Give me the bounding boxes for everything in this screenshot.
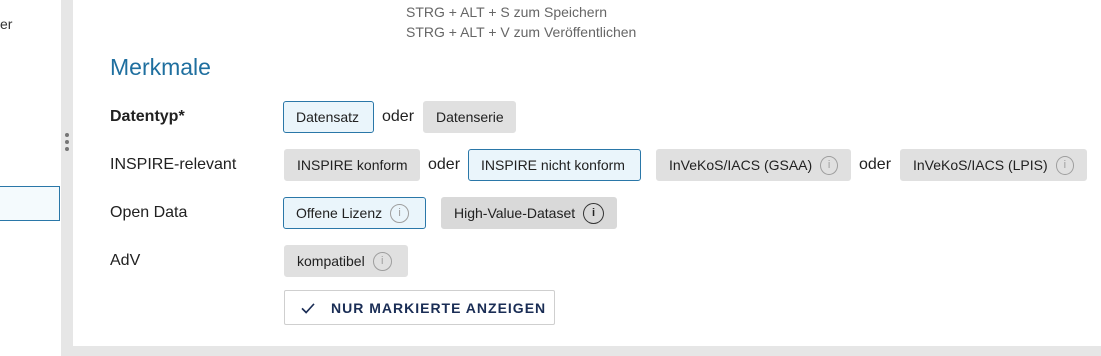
check-icon [301, 302, 315, 314]
chip-label: Datensatz [296, 109, 360, 125]
info-icon[interactable]: i [390, 203, 410, 223]
chip-invekos-lpis[interactable]: InVeKoS/IACS (LPIS) i [900, 149, 1087, 181]
or-text: oder [382, 108, 415, 125]
chip-high-value-dataset[interactable]: High-Value-Dataset i [441, 197, 617, 229]
chip-invekos-gsaa[interactable]: InVeKoS/IACS (GSAA) i [656, 149, 851, 181]
show-marked-only-button[interactable]: NUR MARKIERTE ANZEIGEN [284, 290, 555, 325]
chip-inspire-konform[interactable]: INSPIRE konform [284, 149, 420, 181]
opendata-label: Open Data [110, 204, 188, 221]
chip-label: High-Value-Dataset [454, 205, 576, 221]
adv-label: AdV [110, 252, 141, 269]
panel-divider[interactable] [61, 0, 73, 356]
info-icon[interactable]: i [583, 202, 604, 224]
sidebar-item-label[interactable]: er [0, 16, 12, 32]
datentyp-label: Datentyp* [110, 108, 185, 125]
section-title: Merkmale [110, 54, 211, 80]
hint-save: STRG + ALT + S zum Speichern [406, 4, 608, 20]
info-icon[interactable]: i [372, 251, 392, 271]
drag-handle-icon[interactable] [64, 133, 70, 153]
chip-label: Offene Lizenz [296, 205, 383, 221]
chip-offene-lizenz[interactable]: Offene Lizenz i [283, 197, 426, 229]
chip-inspire-nicht-konform[interactable]: INSPIRE nicht konform [468, 149, 641, 181]
or-text: oder [859, 156, 892, 173]
chip-label: InVeKoS/IACS (LPIS) [913, 157, 1048, 173]
left-sidebar: er [0, 0, 61, 356]
chip-datenserie[interactable]: Datenserie [423, 101, 516, 133]
chip-label: INSPIRE konform [297, 157, 408, 173]
button-label: NUR MARKIERTE ANZEIGEN [331, 299, 547, 316]
sidebar-item-active[interactable] [0, 186, 60, 221]
info-icon[interactable]: i [1055, 155, 1074, 175]
hint-publish: STRG + ALT + V zum Veröffentlichen [406, 24, 637, 40]
chip-label: Datenserie [436, 109, 504, 125]
chip-label: kompatibel [297, 253, 365, 269]
or-text: oder [428, 156, 461, 173]
chip-label: InVeKoS/IACS (GSAA) [669, 157, 813, 173]
chip-datensatz[interactable]: Datensatz [283, 101, 374, 133]
chip-label: INSPIRE nicht konform [481, 157, 625, 173]
bottom-divider [73, 346, 1101, 356]
inspire-label: INSPIRE-relevant [110, 156, 237, 173]
info-icon[interactable]: i [820, 155, 838, 175]
chip-kompatibel[interactable]: kompatibel i [284, 245, 408, 277]
